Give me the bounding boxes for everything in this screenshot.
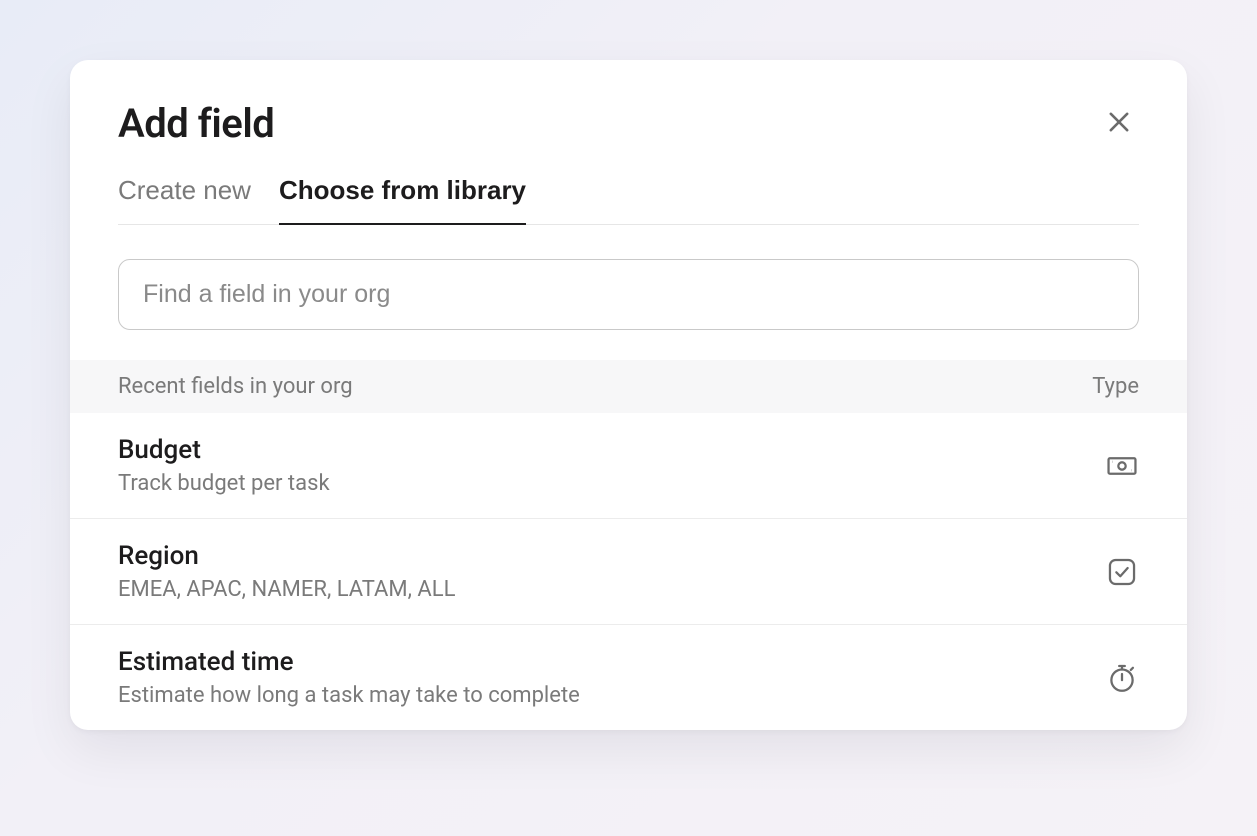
field-row-text: Region EMEA, APAC, NAMER, LATAM, ALL <box>118 541 1085 602</box>
checkbox-icon <box>1105 555 1139 589</box>
field-list: Budget Track budget per task Region EMEA… <box>70 413 1187 730</box>
search-input[interactable] <box>118 259 1139 330</box>
field-description: Track budget per task <box>118 471 1085 496</box>
field-row-region[interactable]: Region EMEA, APAC, NAMER, LATAM, ALL <box>70 519 1187 625</box>
field-name: Budget <box>118 435 1085 465</box>
section-label: Recent fields in your org <box>118 374 353 399</box>
tab-choose-from-library[interactable]: Choose from library <box>279 175 526 224</box>
modal-header: Add field Create new Choose from library <box>70 60 1187 225</box>
search-container <box>70 225 1187 360</box>
field-description: EMEA, APAC, NAMER, LATAM, ALL <box>118 577 1085 602</box>
close-icon <box>1105 108 1133 139</box>
currency-icon <box>1105 449 1139 483</box>
field-name: Estimated time <box>118 647 1085 677</box>
tabs: Create new Choose from library <box>118 175 1139 225</box>
section-type-label: Type <box>1092 374 1139 399</box>
close-button[interactable] <box>1099 102 1139 145</box>
modal-title: Add field <box>118 100 274 147</box>
add-field-modal: Add field Create new Choose from library… <box>70 60 1187 730</box>
field-description: Estimate how long a task may take to com… <box>118 683 1085 708</box>
stopwatch-icon <box>1105 661 1139 695</box>
field-row-budget[interactable]: Budget Track budget per task <box>70 413 1187 519</box>
field-row-text: Budget Track budget per task <box>118 435 1085 496</box>
field-name: Region <box>118 541 1085 571</box>
field-row-estimated-time[interactable]: Estimated time Estimate how long a task … <box>70 625 1187 730</box>
field-row-text: Estimated time Estimate how long a task … <box>118 647 1085 708</box>
title-row: Add field <box>118 100 1139 147</box>
section-header: Recent fields in your org Type <box>70 360 1187 413</box>
tab-create-new[interactable]: Create new <box>118 175 251 224</box>
